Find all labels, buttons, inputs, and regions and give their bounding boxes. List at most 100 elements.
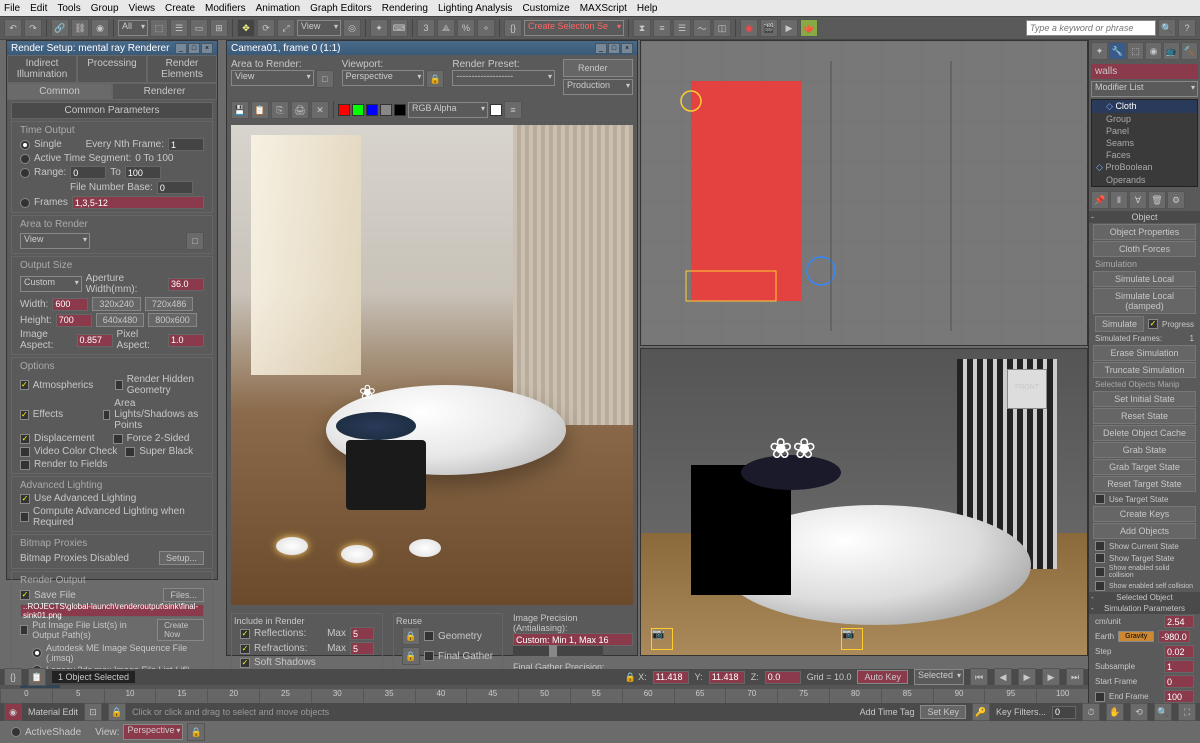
- frames-input[interactable]: 1,3,5-12: [72, 196, 204, 209]
- menu-customize[interactable]: Customize: [522, 3, 569, 14]
- object-rollout[interactable]: Object: [1089, 211, 1200, 223]
- width-spinner[interactable]: 600: [52, 298, 88, 311]
- z-spinner[interactable]: 0.0: [765, 671, 801, 684]
- check-soft[interactable]: ✓: [240, 658, 250, 668]
- maximize-icon[interactable]: □: [188, 43, 200, 54]
- grab-state-button[interactable]: Grab State: [1093, 442, 1196, 458]
- save-img-icon[interactable]: 💾: [231, 101, 249, 119]
- modify-tab-icon[interactable]: 🔧: [1109, 42, 1126, 60]
- link-icon[interactable]: 🔗: [51, 19, 69, 37]
- step-spinner[interactable]: 0.02: [1164, 645, 1194, 658]
- preset-800-button[interactable]: 800x600: [148, 313, 197, 327]
- play-prev-icon[interactable]: ◀: [994, 668, 1012, 686]
- gravity-button[interactable]: Gravity: [1118, 631, 1154, 642]
- set-initial-button[interactable]: Set Initial State: [1093, 391, 1196, 407]
- create-keys-button[interactable]: Create Keys: [1093, 506, 1196, 522]
- maximize-icon2[interactable]: □: [608, 43, 620, 54]
- tab-renderer[interactable]: Renderer: [112, 83, 217, 100]
- erase-sim-button[interactable]: Erase Simulation: [1093, 345, 1196, 361]
- isolate-icon[interactable]: ⊡: [84, 703, 102, 721]
- check-save[interactable]: ✓: [20, 590, 30, 600]
- range-from-spinner[interactable]: 0: [70, 166, 106, 179]
- play-icon[interactable]: ▶: [1018, 668, 1036, 686]
- menu-rendering[interactable]: Rendering: [382, 3, 428, 14]
- del-cache-button[interactable]: Delete Object Cache: [1093, 425, 1196, 441]
- filepath-input[interactable]: ..ROJECTS\global-launch\renderoutput\sin…: [20, 604, 204, 617]
- spinner-snap-icon[interactable]: ⚬: [477, 19, 495, 37]
- play-start-icon[interactable]: ⏮: [970, 668, 988, 686]
- object-name-field[interactable]: walls: [1091, 64, 1198, 79]
- copy-img-icon[interactable]: 📋: [251, 101, 269, 119]
- sim-local-d-button[interactable]: Simulate Local (damped): [1093, 288, 1196, 314]
- check-show-target[interactable]: [1095, 553, 1105, 563]
- startframe-spinner[interactable]: 0: [1164, 675, 1194, 688]
- camera-title[interactable]: Camera01, frame 0 (1:1) _ □ ×: [227, 41, 637, 55]
- simparams-rollout[interactable]: Simulation Parameters: [1089, 603, 1200, 614]
- file-num-spinner[interactable]: 0: [157, 181, 193, 194]
- radio-activeshade[interactable]: [11, 727, 21, 737]
- nav-pan-icon[interactable]: ✋: [1106, 703, 1124, 721]
- addtime-label[interactable]: Add Time Tag: [860, 707, 915, 717]
- search-go-icon[interactable]: 🔍: [1158, 19, 1176, 37]
- tab-indirect[interactable]: Indirect Illumination: [7, 55, 77, 83]
- menu-graph[interactable]: Graph Editors: [310, 3, 372, 14]
- pixel-aspect-spinner[interactable]: 1.0: [168, 334, 204, 347]
- gravity-spinner[interactable]: -980.0: [1158, 630, 1190, 643]
- snap-toggle-icon[interactable]: 3: [417, 19, 435, 37]
- select-region-icon[interactable]: ▭: [190, 19, 208, 37]
- menu-create[interactable]: Create: [165, 3, 195, 14]
- endframe-spinner[interactable]: 100: [1164, 690, 1194, 703]
- region-icon[interactable]: □: [186, 232, 204, 250]
- close-icon2[interactable]: ×: [621, 43, 633, 54]
- radio-frames[interactable]: [20, 198, 30, 208]
- print-icon[interactable]: 🖨: [291, 101, 309, 119]
- scale-icon[interactable]: ⤢: [277, 19, 295, 37]
- common-params-header[interactable]: Common Parameters: [11, 102, 213, 119]
- viewport-dropdown[interactable]: Perspective: [342, 70, 425, 86]
- radio-range[interactable]: [20, 168, 30, 178]
- check-hidden[interactable]: [115, 380, 122, 390]
- keyboard-icon[interactable]: ⌨: [390, 19, 408, 37]
- select-icon[interactable]: ⬚: [150, 19, 168, 37]
- imgprec-val[interactable]: Custom: Min 1, Max 16: [513, 633, 633, 646]
- cloth-group[interactable]: Group: [1092, 113, 1197, 125]
- curve-editor-icon[interactable]: 〜: [693, 19, 711, 37]
- check-disp[interactable]: ✓: [20, 434, 30, 444]
- aperture-spinner[interactable]: 36.0: [168, 278, 204, 291]
- create-tab-icon[interactable]: ✦: [1091, 42, 1108, 60]
- search-input[interactable]: [1026, 20, 1156, 36]
- utilities-tab-icon[interactable]: 🔨: [1181, 42, 1198, 60]
- cloth-panel[interactable]: Panel: [1092, 125, 1197, 137]
- modifier-cloth[interactable]: ◇ Cloth: [1092, 100, 1197, 113]
- bg-swatch[interactable]: [490, 104, 502, 116]
- area-dropdown[interactable]: View: [231, 70, 314, 86]
- check-self[interactable]: [1095, 581, 1105, 591]
- lock-fg-icon[interactable]: 🔒: [402, 647, 420, 665]
- createnow-button[interactable]: Create Now: [157, 619, 204, 641]
- radio-single[interactable]: [20, 140, 30, 150]
- nav-max-icon[interactable]: ⛶: [1178, 703, 1196, 721]
- lock-geo-icon[interactable]: 🔒: [402, 627, 420, 645]
- render-button2[interactable]: Render: [563, 59, 633, 77]
- refl-max-spinner[interactable]: 5: [350, 627, 374, 640]
- view-dropdown[interactable]: View: [20, 233, 90, 249]
- play-end-icon[interactable]: ⏭: [1066, 668, 1084, 686]
- keymode-dropdown[interactable]: Selected: [914, 669, 964, 685]
- move-icon[interactable]: ✥: [237, 19, 255, 37]
- menu-group[interactable]: Group: [91, 3, 119, 14]
- render-setup-title[interactable]: Render Setup: mental ray Renderer _ □ ×: [7, 41, 217, 55]
- reset-target-button[interactable]: Reset Target State: [1093, 476, 1196, 492]
- check-effects[interactable]: ✓: [20, 410, 29, 420]
- tab-common[interactable]: Common: [7, 83, 112, 100]
- frame-spinner[interactable]: 0: [1052, 706, 1076, 719]
- subsample-spinner[interactable]: 1: [1164, 660, 1194, 673]
- check-video[interactable]: [20, 447, 30, 457]
- viewport-lock-icon[interactable]: 🔒: [426, 70, 444, 88]
- view-dropdown2[interactable]: Perspective: [123, 724, 183, 740]
- viewport-perspective[interactable]: Line69 ❀❀ FRONT 📷 📷: [640, 348, 1088, 656]
- modifier-proboolean[interactable]: ◇ ProBoolean: [1092, 161, 1197, 174]
- channel-dropdown[interactable]: RGB Alpha: [408, 102, 488, 118]
- tab-elements[interactable]: Render Elements: [147, 55, 217, 83]
- autokey-button[interactable]: Auto Key: [857, 670, 908, 684]
- menu-edit[interactable]: Edit: [30, 3, 47, 14]
